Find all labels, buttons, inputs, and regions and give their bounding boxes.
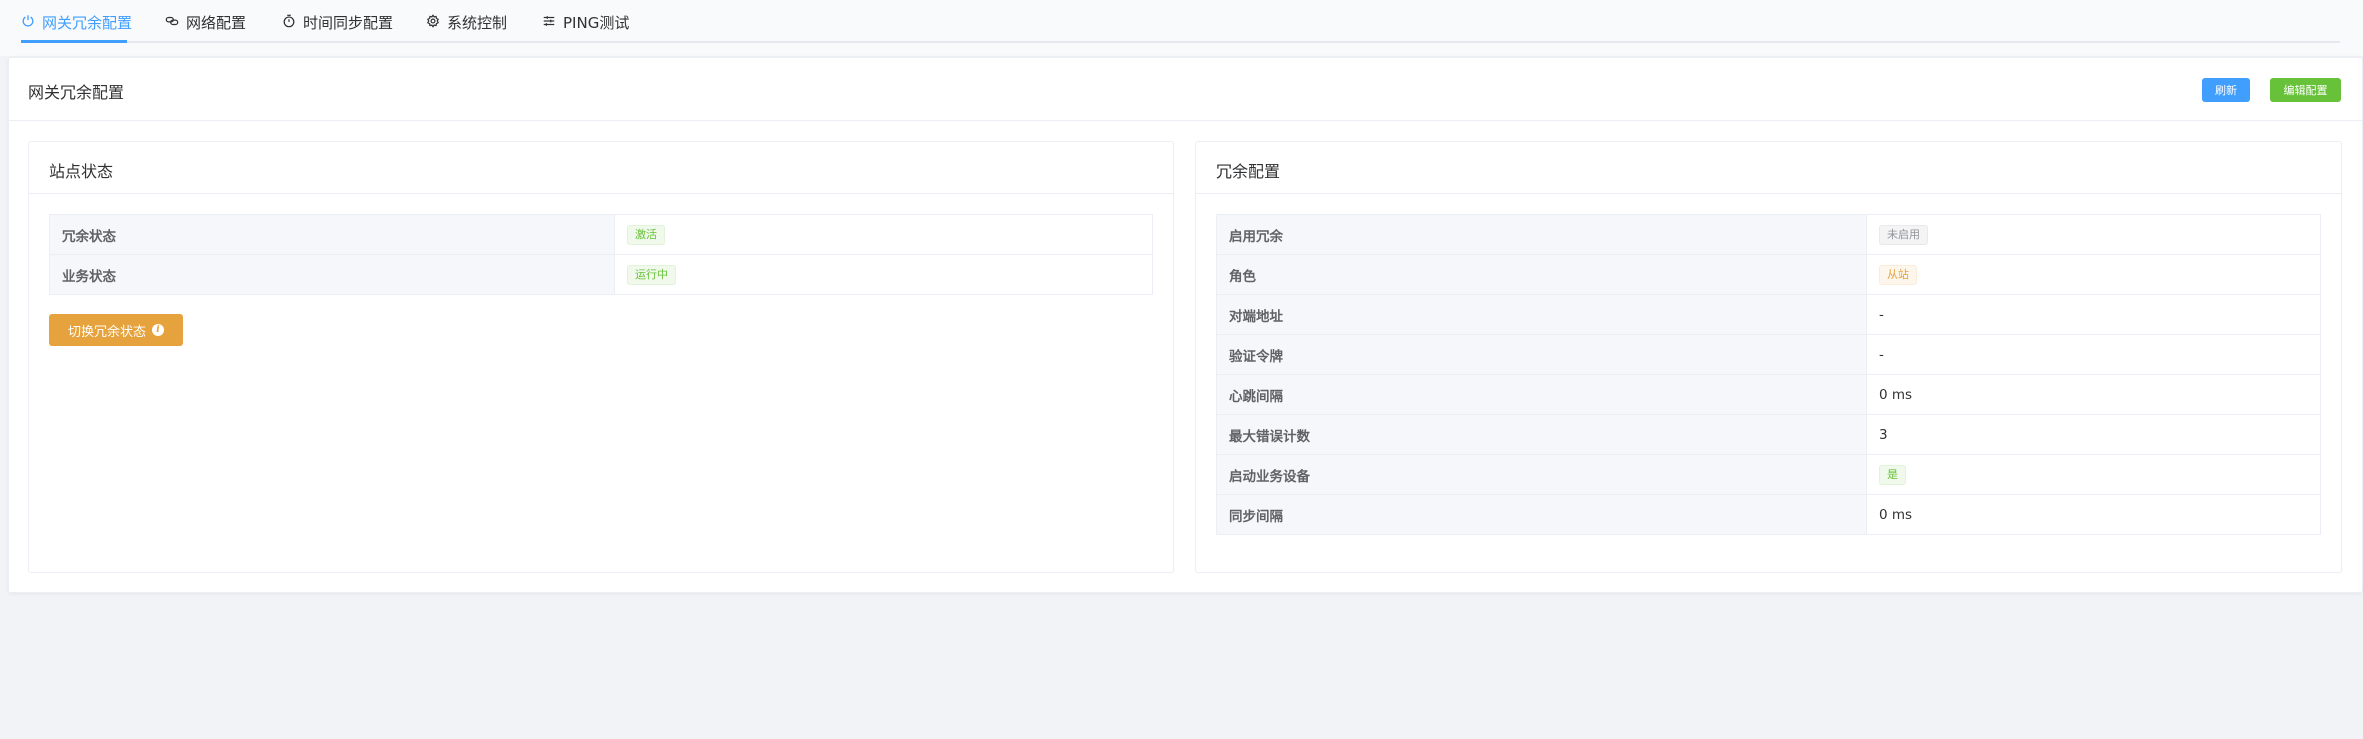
row-label: 启动业务设备 <box>1216 454 1867 495</box>
card-header: 网关冗余配置 刷新 编辑配置 <box>9 58 2362 121</box>
status-badge: 运行中 <box>627 264 676 285</box>
tab-gateway-redundancy[interactable]: 网关冗余配置 <box>21 0 132 45</box>
timer-icon <box>282 14 296 32</box>
row-value: 0 ms <box>1866 374 2321 415</box>
panel-title: 站点状态 <box>49 162 114 181</box>
power-icon <box>21 14 35 32</box>
tab-system-control[interactable]: 系统控制 <box>426 0 507 45</box>
row-label: 验证令牌 <box>1216 334 1867 375</box>
station-status-table: 冗余状态 激活 业务状态 运行中 <box>49 214 1153 295</box>
gear-icon <box>426 13 440 32</box>
status-badge: 是 <box>1879 464 1906 485</box>
redundancy-config-table: 启用冗余 未启用 角色 从站 对端地址 - 验证令牌 - 心跳间隔 0 ms 最… <box>1216 214 2321 535</box>
page-title: 网关冗余配置 <box>28 83 125 102</box>
row-label: 业务状态 <box>49 254 615 295</box>
edit-config-button[interactable]: 编辑配置 <box>2270 78 2341 102</box>
sliders-icon <box>542 14 556 32</box>
table-row: 启动业务设备 是 <box>1216 454 2321 495</box>
switch-redundancy-state-button[interactable]: 切换冗余状态 i <box>49 314 183 346</box>
row-value: 未启用 <box>1866 214 2321 255</box>
row-value: - <box>1866 334 2321 375</box>
redundancy-config-panel: 冗余配置 启用冗余 未启用 角色 从站 对端地址 - 验证令牌 - 心跳间隔 0… <box>1195 141 2342 573</box>
row-label: 最大错误计数 <box>1216 414 1867 455</box>
row-label: 角色 <box>1216 254 1867 295</box>
row-value: - <box>1866 294 2321 335</box>
tab-time-sync-config[interactable]: 时间同步配置 <box>282 0 393 45</box>
tab-label: PING测试 <box>563 14 630 32</box>
row-value: 激活 <box>614 214 1153 255</box>
tab-label: 网关冗余配置 <box>42 14 133 32</box>
table-row: 验证令牌 - <box>1216 334 2321 375</box>
tab-network-config[interactable]: 网络配置 <box>165 0 246 45</box>
row-value: 0 ms <box>1866 494 2321 535</box>
role-badge: 从站 <box>1879 264 1917 285</box>
row-value: 从站 <box>1866 254 2321 295</box>
table-row: 启用冗余 未启用 <box>1216 214 2321 255</box>
table-row: 最大错误计数 3 <box>1216 414 2321 455</box>
status-badge: 激活 <box>627 224 665 245</box>
tab-bar: 网关冗余配置 网络配置 时间同步配置 系统控制 PING测试 <box>0 0 2363 56</box>
status-badge: 未启用 <box>1879 224 1928 245</box>
tab-label: 系统控制 <box>447 14 508 32</box>
table-row: 对端地址 - <box>1216 294 2321 335</box>
button-label: 切换冗余状态 <box>67 324 146 340</box>
row-value: 3 <box>1866 414 2321 455</box>
row-value: 运行中 <box>614 254 1153 295</box>
table-row: 同步间隔 0 ms <box>1216 494 2321 535</box>
panel-title: 冗余配置 <box>1216 162 1281 181</box>
table-row: 心跳间隔 0 ms <box>1216 374 2321 415</box>
gateway-redundancy-card: 网关冗余配置 刷新 编辑配置 站点状态 冗余状态 激活 业务状态 运行中 切换冗… <box>8 57 2363 593</box>
panel-header: 站点状态 <box>29 142 1173 194</box>
refresh-button[interactable]: 刷新 <box>2202 78 2250 102</box>
info-icon: i <box>152 324 164 336</box>
row-value: 是 <box>1866 454 2321 495</box>
tab-label: 时间同步配置 <box>303 14 394 32</box>
row-label: 对端地址 <box>1216 294 1867 335</box>
row-label: 同步间隔 <box>1216 494 1867 535</box>
tab-ping-test[interactable]: PING测试 <box>542 0 629 45</box>
table-row: 角色 从站 <box>1216 254 2321 295</box>
row-label: 心跳间隔 <box>1216 374 1867 415</box>
row-label: 启用冗余 <box>1216 214 1867 255</box>
table-row: 冗余状态 激活 <box>49 214 1153 255</box>
link-icon <box>165 14 179 32</box>
row-label: 冗余状态 <box>49 214 615 255</box>
table-row: 业务状态 运行中 <box>49 254 1153 295</box>
panel-header: 冗余配置 <box>1196 142 2341 194</box>
tab-label: 网络配置 <box>186 14 247 32</box>
station-status-panel: 站点状态 冗余状态 激活 业务状态 运行中 切换冗余状态 i <box>28 141 1174 573</box>
